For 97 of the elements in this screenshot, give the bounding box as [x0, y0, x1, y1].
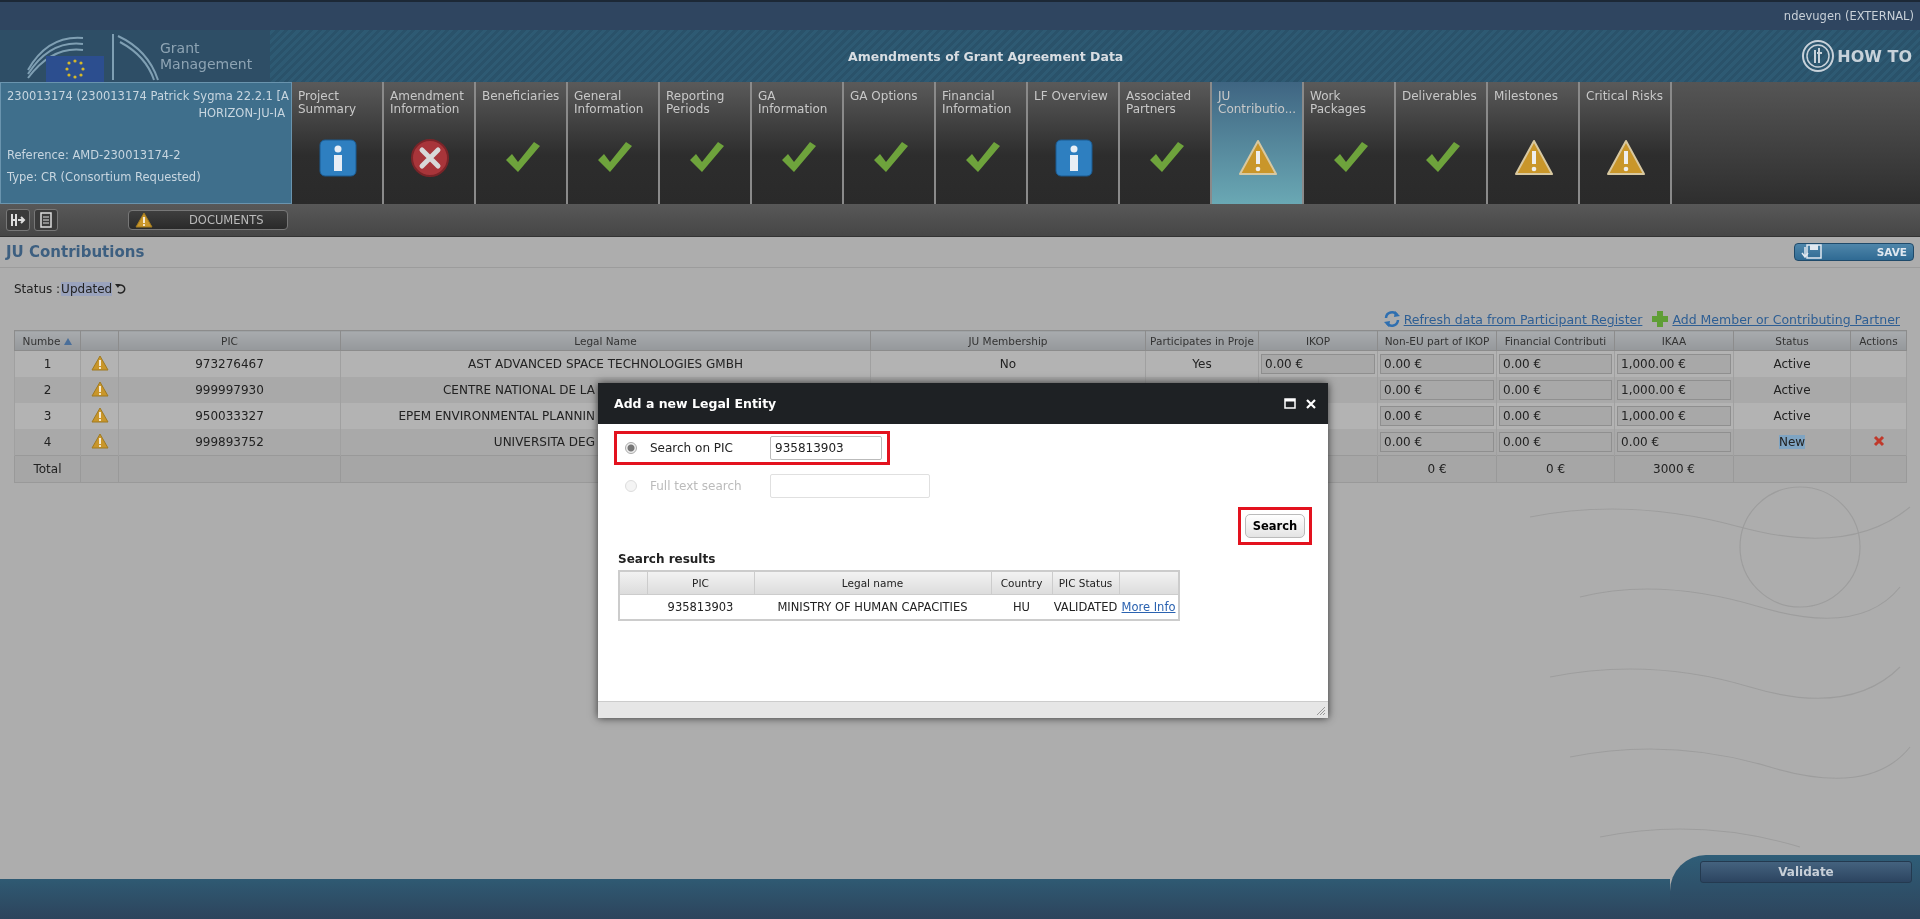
column-header: Legal name [754, 571, 991, 595]
amount-field[interactable]: 1,000.00 € [1617, 380, 1731, 400]
plus-icon [1651, 310, 1670, 328]
section-tab[interactable]: Financial Information [936, 82, 1028, 204]
section-tab[interactable]: Milestones [1488, 82, 1580, 204]
amount-field[interactable]: 0.00 € [1499, 380, 1612, 400]
project-type: Type: CR (Consortium Requested) [7, 170, 202, 184]
warning-icon [1606, 138, 1646, 178]
project-call: HORIZON-JU-IA [197, 106, 285, 120]
results-heading: Search results [618, 552, 717, 566]
app-name: Grant Management [160, 40, 250, 72]
amount-field[interactable]: 0.00 € [1261, 354, 1375, 374]
save-icon [1801, 244, 1823, 260]
expand-button[interactable] [6, 209, 30, 231]
option-label: Full text search [650, 479, 743, 493]
section-tab[interactable]: GA Options [844, 82, 936, 204]
how-to-button[interactable]: HOW TO [1801, 39, 1912, 73]
column-header: Non-EU part of IKOP [1377, 330, 1497, 351]
column-header: IKOP [1258, 330, 1378, 351]
more-info-link[interactable]: More Info [1121, 600, 1176, 614]
documents-button[interactable]: DOCUMENTS [128, 210, 288, 230]
info-icon [318, 138, 358, 178]
warning-icon [1514, 138, 1554, 178]
amount-field[interactable]: 0.00 € [1380, 406, 1494, 426]
amount-field[interactable]: 0.00 € [1499, 432, 1612, 452]
radio-button[interactable] [625, 442, 637, 454]
project-reference: Reference: AMD-230013174-2 [7, 148, 182, 162]
status-text: Active [1773, 409, 1811, 423]
total-cell: 0 € [1496, 455, 1615, 483]
section-tab[interactable]: Reporting Periods [660, 82, 752, 204]
section-tab[interactable]: Amendment Information [384, 82, 476, 204]
amount-field[interactable]: 0.00 € [1499, 406, 1612, 426]
amount-field[interactable]: 0.00 € [1380, 380, 1494, 400]
amount-field[interactable]: 0.00 € [1617, 432, 1731, 452]
column-header: PIC Status [1052, 571, 1119, 595]
amount-field[interactable]: 1,000.00 € [1617, 406, 1731, 426]
table-cell: 935813903 [647, 594, 754, 620]
document-view-button[interactable] [34, 209, 58, 231]
section-tab[interactable]: General Information [568, 82, 660, 204]
table-cell: MINISTRY OF HUMAN CAPACITIES [754, 594, 991, 620]
column-header: PIC [118, 330, 341, 351]
add-member-link[interactable]: Add Member or Contributing Partner [1672, 311, 1900, 327]
section-tab[interactable]: Work Packages [1304, 82, 1396, 204]
total-cell: 3000 € [1614, 455, 1734, 483]
close-icon [1306, 398, 1316, 409]
status-text: Active [1773, 383, 1811, 397]
section-title: JU Contributions [6, 243, 145, 261]
column-header: Country [991, 571, 1052, 595]
column-header: JU Membership [870, 330, 1146, 351]
amount-field[interactable]: 0.00 € [1380, 354, 1494, 374]
save-button[interactable]: SAVE [1794, 243, 1914, 261]
refresh-icon [1382, 310, 1401, 328]
column-header: Participates in Proje [1145, 330, 1259, 351]
column-header: Status [1733, 330, 1851, 351]
user-name: ndevugen (EXTERNAL) [1783, 9, 1914, 23]
amount-field[interactable]: 0.00 € [1499, 354, 1612, 374]
validate-button[interactable]: Validate [1700, 861, 1912, 883]
status-text: Active [1773, 357, 1811, 371]
section-tab[interactable]: JU Contributio... [1212, 82, 1304, 204]
column-header: Financial Contributi [1496, 330, 1615, 351]
total-label: Total [14, 455, 81, 483]
refresh-link[interactable]: Refresh data from Participant Register [1403, 311, 1643, 327]
amount-field[interactable]: 0.00 € [1380, 432, 1494, 452]
document-icon [39, 212, 53, 228]
section-tab[interactable]: Project Summary [292, 82, 384, 204]
section-tab[interactable]: Beneficiaries [476, 82, 568, 204]
column-header: PIC [647, 571, 754, 595]
expand-icon [10, 213, 26, 227]
total-cell: 0 € [1377, 455, 1497, 483]
section-tab[interactable]: Deliverables [1396, 82, 1488, 204]
table-cell: VALIDATED [1052, 594, 1119, 620]
warning-icon [135, 212, 153, 228]
sort-icon [64, 337, 73, 345]
search-button[interactable]: Search [1245, 514, 1305, 538]
maximize-icon [1284, 398, 1296, 409]
amount-field[interactable]: 1,000.00 € [1617, 354, 1731, 374]
status-label: Status : [14, 282, 61, 296]
column-header: IKAA [1614, 330, 1734, 351]
input-field[interactable]: 935813903 [770, 436, 882, 460]
section-tab[interactable]: Associated Partners [1120, 82, 1212, 204]
status-text: New [1778, 435, 1806, 449]
column-header: Legal Name [340, 330, 871, 351]
table-cell: HU [991, 594, 1052, 620]
warning-icon [1238, 138, 1278, 178]
column-header: Numbe [14, 330, 81, 351]
help-icon [1801, 39, 1836, 73]
resize-grip-icon [1316, 706, 1326, 716]
section-tab[interactable]: Critical Risks [1580, 82, 1672, 204]
status-value: Updated [61, 282, 113, 296]
section-tab[interactable]: GA Information [752, 82, 844, 204]
undo-icon [115, 283, 128, 295]
column-header: Actions [1850, 330, 1907, 351]
section-tab[interactable]: LF Overview [1028, 82, 1120, 204]
option-label: Search on PIC [650, 441, 734, 455]
delete-icon[interactable] [1872, 434, 1885, 447]
error-icon [410, 138, 450, 178]
info-icon [1054, 138, 1094, 178]
